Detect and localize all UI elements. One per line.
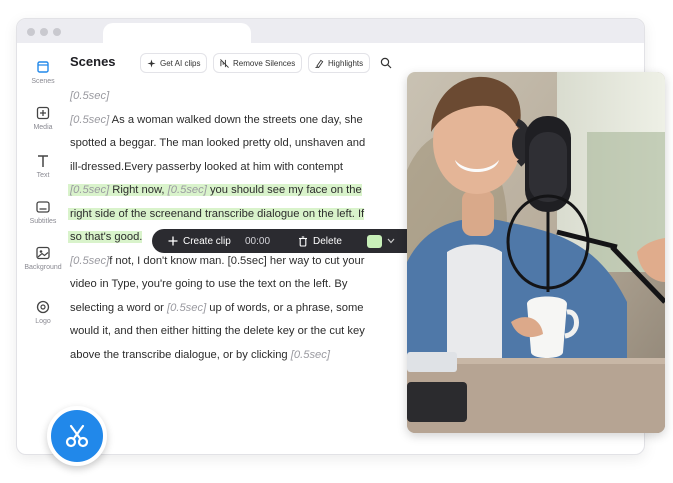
remove-silences-label: Remove Silences bbox=[233, 58, 296, 68]
transcript-word-span[interactable]: up of words, or a phrase, some bbox=[206, 302, 363, 314]
get-ai-clips-label: Get AI clips bbox=[160, 58, 201, 68]
transcript-line[interactable]: above the transcribe dialogue, or by cli… bbox=[70, 344, 395, 368]
transcript-line[interactable]: [0.5sec] bbox=[70, 85, 395, 109]
transcript-editor[interactable]: [0.5sec] [0.5sec] As a woman walked down … bbox=[68, 85, 395, 368]
window-dot-icon[interactable] bbox=[27, 28, 35, 36]
sidebar-item-media[interactable]: Media bbox=[17, 105, 69, 131]
transcript-word-span[interactable]: would it, and then either hitting the de… bbox=[70, 325, 365, 337]
transcript-text[interactable]: [0.5sec] bbox=[70, 90, 109, 102]
browser-tab[interactable] bbox=[103, 23, 251, 45]
color-picker[interactable] bbox=[367, 234, 395, 248]
transcript-line[interactable]: right side of the screenand transcribe d… bbox=[68, 203, 395, 227]
scenes-icon bbox=[37, 61, 49, 73]
transcript-line[interactable]: video in Type, you're going to use the t… bbox=[70, 273, 395, 297]
clip-toolbar: Create clip 00:00 Delete bbox=[152, 229, 447, 253]
highlight-pen-icon bbox=[315, 59, 324, 68]
title-bar bbox=[17, 19, 644, 45]
search-icon[interactable] bbox=[380, 57, 392, 69]
transcript-text[interactable]: selecting a word or [0.5sec] up of words… bbox=[70, 302, 364, 314]
transcript-line[interactable]: spotted a beggar. The man looked pretty … bbox=[70, 132, 395, 156]
transcript-text[interactable]: would it, and then either hitting the de… bbox=[70, 325, 365, 337]
trash-icon bbox=[299, 235, 307, 247]
get-ai-clips-button[interactable]: Get AI clips bbox=[140, 53, 208, 73]
subtitles-icon bbox=[36, 201, 50, 213]
sidebar-item-background[interactable]: Background bbox=[17, 245, 69, 271]
scissors-icon bbox=[65, 424, 89, 448]
transcript-text[interactable]: above the transcribe dialogue, or by cli… bbox=[70, 349, 330, 361]
remove-silences-button[interactable]: Remove Silences bbox=[213, 53, 303, 73]
remove-silence-icon bbox=[220, 58, 229, 68]
podcaster-image bbox=[407, 72, 665, 433]
video-preview[interactable] bbox=[407, 72, 665, 433]
transcript-word-span[interactable]: above the transcribe dialogue, or by cli… bbox=[70, 349, 291, 361]
transcript-word-span[interactable]: As a woman walked down the streets one d… bbox=[109, 114, 363, 126]
transcript-text[interactable]: [0.5sec]f not, I don't know man. [0.5sec… bbox=[70, 255, 364, 267]
transcript-word-span[interactable]: right side of the screenand transcribe d… bbox=[70, 208, 364, 220]
transcript-word-span[interactable]: Right now, bbox=[109, 184, 167, 196]
highlights-button[interactable]: Highlights bbox=[308, 53, 371, 73]
media-icon bbox=[36, 106, 50, 120]
silence-tag[interactable]: [0.5sec] bbox=[70, 90, 109, 102]
sidebar-item-scenes[interactable]: Scenes bbox=[17, 59, 69, 85]
scissors-cut-button[interactable] bbox=[47, 406, 107, 466]
transcript-word-span[interactable]: so that's good. bbox=[70, 231, 142, 243]
sidebar-item-label: Media bbox=[33, 124, 53, 131]
background-icon bbox=[36, 246, 50, 260]
sidebar-item-label: Subtitles bbox=[29, 218, 57, 225]
chevron-down-icon bbox=[387, 238, 395, 244]
color-swatch bbox=[367, 234, 382, 248]
create-clip-label: Create clip bbox=[183, 235, 231, 247]
transcript-line[interactable]: [0.5sec] Right now, [0.5sec] you should … bbox=[68, 179, 395, 203]
silence-tag[interactable]: [0.5sec] bbox=[168, 184, 207, 196]
plus-icon bbox=[168, 236, 178, 246]
sidebar-item-label: Text bbox=[36, 172, 50, 179]
highlighted-text[interactable]: right side of the screenand transcribe d… bbox=[68, 207, 365, 220]
transcript-line[interactable]: [0.5sec] As a woman walked down the stre… bbox=[70, 109, 395, 133]
clip-time: 00:00 bbox=[245, 235, 271, 247]
highlights-label: Highlights bbox=[328, 58, 364, 68]
transcript-line[interactable]: [0.5sec]f not, I don't know man. [0.5sec… bbox=[70, 250, 395, 274]
transcript-text[interactable]: [0.5sec] As a woman walked down the stre… bbox=[70, 114, 363, 126]
sidebar-item-text[interactable]: Text bbox=[17, 153, 69, 179]
transcript-line[interactable]: ill-dressed.Every passerby looked at him… bbox=[70, 156, 395, 180]
delete-button[interactable]: Delete bbox=[298, 236, 342, 247]
page-title: Scenes bbox=[70, 54, 116, 69]
transcript-line[interactable]: would it, and then either hitting the de… bbox=[70, 320, 395, 344]
silence-tag[interactable]: [0.5sec] bbox=[70, 114, 109, 126]
create-clip-button[interactable]: Create clip bbox=[168, 236, 231, 247]
sparkle-icon bbox=[147, 58, 156, 68]
silence-tag[interactable]: [0.5sec] bbox=[70, 184, 109, 196]
logo-icon bbox=[36, 300, 50, 314]
transcript-word-span[interactable]: selecting a word or bbox=[70, 302, 167, 314]
transcript-word-span[interactable]: ill-dressed.Every passerby looked at him… bbox=[70, 161, 343, 173]
transcript-line[interactable]: selecting a word or [0.5sec] up of words… bbox=[70, 297, 395, 321]
highlighted-text[interactable]: so that's good. bbox=[68, 231, 143, 243]
transcript-text[interactable]: video in Type, you're going to use the t… bbox=[70, 278, 347, 290]
silence-tag[interactable]: [0.5sec] bbox=[167, 302, 206, 314]
transcript-word-span[interactable]: spotted a beggar. The man looked pretty … bbox=[70, 137, 365, 149]
sidebar-item-label: Background bbox=[24, 264, 62, 271]
silence-tag[interactable]: [0.5sec] bbox=[70, 255, 109, 267]
transcript-word-span[interactable]: you should see my face on the bbox=[207, 184, 362, 196]
sidebar-item-logo[interactable]: Logo bbox=[17, 299, 69, 325]
transcript-text[interactable]: spotted a beggar. The man looked pretty … bbox=[70, 137, 365, 149]
sidebar-item-label: Scenes bbox=[31, 78, 55, 85]
window-dot-icon[interactable] bbox=[53, 28, 61, 36]
sidebar: Scenes Media Text Subtitles Background L… bbox=[17, 43, 69, 454]
transcript-word-span[interactable]: video in Type, you're going to use the t… bbox=[70, 278, 347, 290]
transcript-word-span[interactable]: f not, I don't know man. [0.5sec] her wa… bbox=[109, 255, 364, 267]
transcript-text[interactable]: ill-dressed.Every passerby looked at him… bbox=[70, 161, 343, 173]
window-dot-icon[interactable] bbox=[40, 28, 48, 36]
text-icon bbox=[38, 155, 48, 167]
delete-label: Delete bbox=[313, 235, 342, 247]
sidebar-item-subtitles[interactable]: Subtitles bbox=[17, 199, 69, 225]
sidebar-item-label: Logo bbox=[35, 318, 51, 325]
silence-tag[interactable]: [0.5sec] bbox=[291, 349, 330, 361]
highlighted-text[interactable]: [0.5sec] Right now, [0.5sec] you should … bbox=[68, 184, 362, 196]
